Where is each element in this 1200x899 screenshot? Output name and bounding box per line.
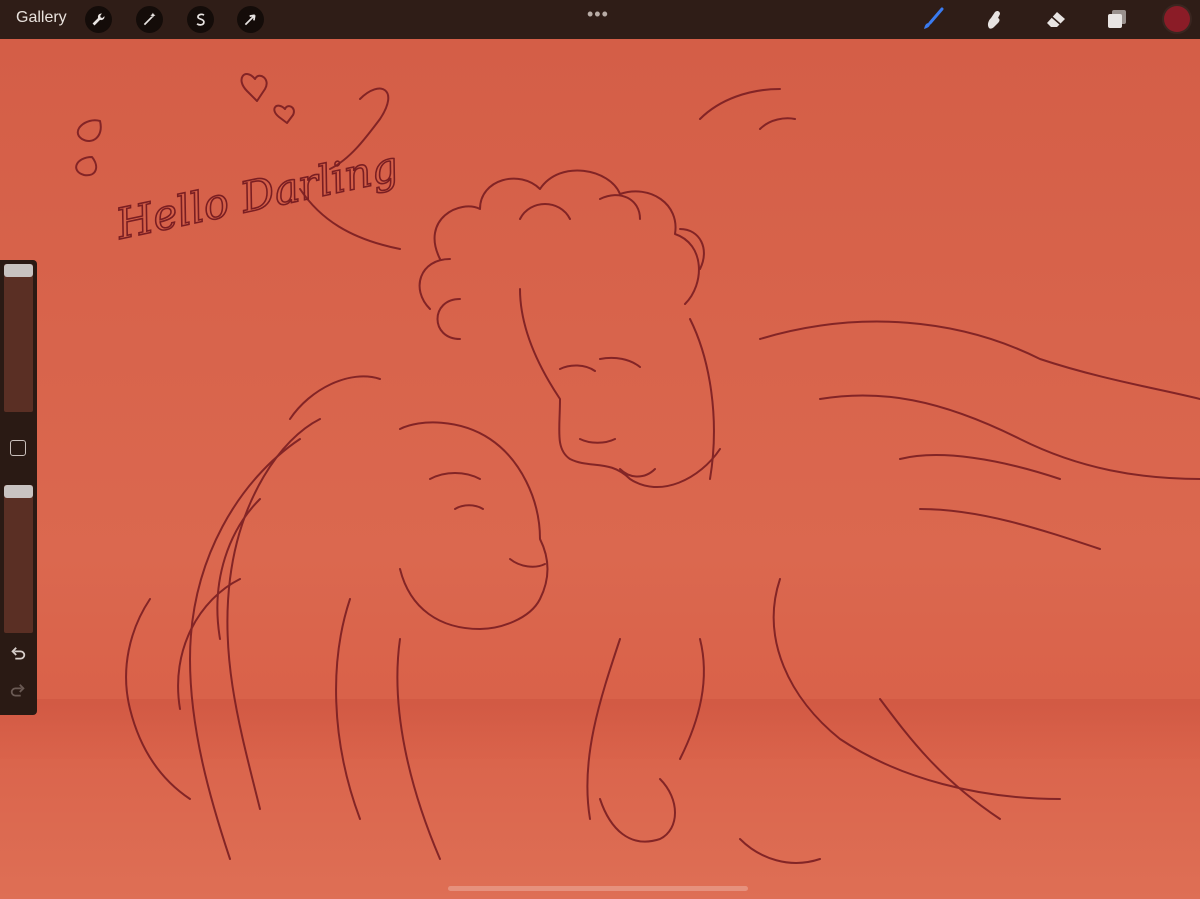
magic-wand-icon (143, 12, 156, 26)
gallery-button[interactable]: Gallery (16, 9, 67, 27)
opacity-handle[interactable] (4, 485, 33, 498)
left-sidebar (0, 260, 37, 715)
brush-size-handle[interactable] (4, 264, 33, 277)
drawing-canvas[interactable]: Hello Darling (0, 39, 1200, 899)
sketch-artwork: Hello Darling (0, 73, 1200, 864)
eraser-tool-button[interactable] (1041, 4, 1071, 34)
selection-s-icon (196, 13, 205, 26)
brush-icon (924, 7, 944, 29)
selection-button[interactable] (187, 6, 214, 33)
brush-size-slider[interactable] (4, 264, 33, 412)
opacity-slider[interactable] (4, 485, 33, 633)
redo-icon (10, 684, 25, 697)
brush-tool-button[interactable] (918, 4, 948, 34)
wrench-icon (92, 13, 105, 26)
smudge-icon (987, 10, 1000, 29)
undo-icon (11, 647, 26, 660)
color-picker-button[interactable] (1164, 6, 1190, 32)
redo-button[interactable] (8, 682, 28, 702)
top-toolbar: Gallery ••• (0, 0, 1200, 39)
smudge-tool-button[interactable] (979, 4, 1009, 34)
transform-button[interactable] (237, 6, 264, 33)
actions-wrench-button[interactable] (85, 6, 112, 33)
modify-button[interactable] (10, 440, 26, 456)
eraser-icon (1047, 12, 1065, 27)
transform-arrow-icon (244, 14, 256, 26)
home-indicator[interactable] (448, 886, 748, 891)
layers-button[interactable] (1102, 4, 1132, 34)
layers-icon (1108, 10, 1126, 28)
adjustments-button[interactable] (136, 6, 163, 33)
undo-button[interactable] (8, 645, 28, 665)
more-options-button[interactable]: ••• (587, 4, 609, 25)
artwork-greeting-text: Hello Darling (111, 141, 402, 249)
